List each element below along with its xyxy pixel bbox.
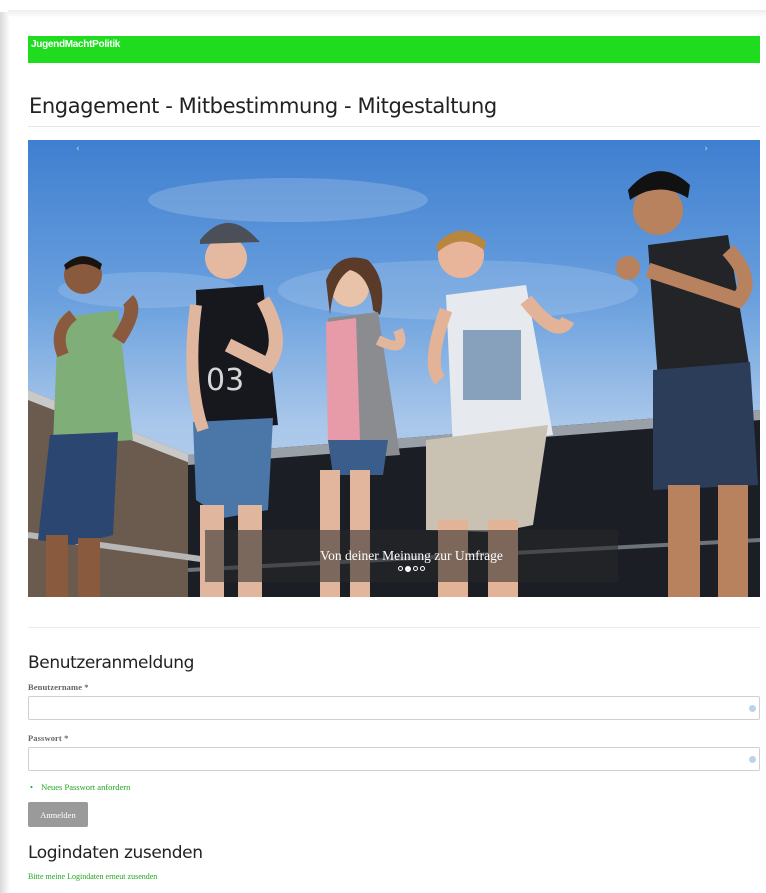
- username-label: Benutzername *: [28, 682, 89, 692]
- password-input[interactable]: [28, 747, 760, 771]
- page: JugendMachtPolitik Engagement - Mitbesti…: [0, 0, 766, 893]
- carousel-indicator-active[interactable]: [405, 566, 411, 572]
- username-input[interactable]: [28, 696, 760, 720]
- send-credentials-link[interactable]: Bitte meine Logindaten erneut zusenden: [28, 872, 157, 881]
- section-divider: [28, 627, 760, 628]
- login-button[interactable]: Anmelden: [28, 802, 88, 827]
- carousel-slide-image: 03: [28, 171, 760, 597]
- autofill-icon: [749, 705, 756, 712]
- login-heading: Benutzeranmeldung: [28, 653, 194, 673]
- page-shadow-top: [8, 10, 766, 18]
- svg-text:03: 03: [206, 363, 244, 398]
- site-brand-link[interactable]: JugendMachtPolitik: [31, 39, 120, 50]
- chevron-right-icon[interactable]: ›: [704, 144, 708, 154]
- page-shadow-left: [0, 12, 10, 893]
- title-divider: [28, 126, 760, 127]
- chevron-left-icon[interactable]: ‹: [76, 144, 80, 154]
- carousel-indicator[interactable]: [398, 566, 403, 571]
- send-credentials-heading: Logindaten zusenden: [28, 843, 203, 863]
- autofill-icon: [749, 756, 756, 763]
- password-label: Passwort *: [28, 733, 69, 743]
- carousel-indicator[interactable]: [413, 566, 418, 571]
- page-title: Engagement - Mitbestimmung - Mitgestaltu…: [29, 94, 497, 118]
- list-item: Neues Passwort anfordern: [40, 782, 130, 792]
- request-password-link[interactable]: Neues Passwort anfordern: [41, 782, 130, 792]
- image-carousel[interactable]: 03 ‹ › Von deiner Meinung zur Umfrage: [28, 140, 760, 597]
- carousel-indicator[interactable]: [420, 566, 425, 571]
- carousel-caption: Von deiner Meinung zur Umfrage: [205, 530, 618, 582]
- carousel-caption-text: Von deiner Meinung zur Umfrage: [320, 548, 503, 563]
- carousel-indicators: [205, 566, 618, 572]
- site-header-bar: JugendMachtPolitik: [28, 36, 760, 63]
- login-links: Neues Passwort anfordern: [40, 782, 130, 792]
